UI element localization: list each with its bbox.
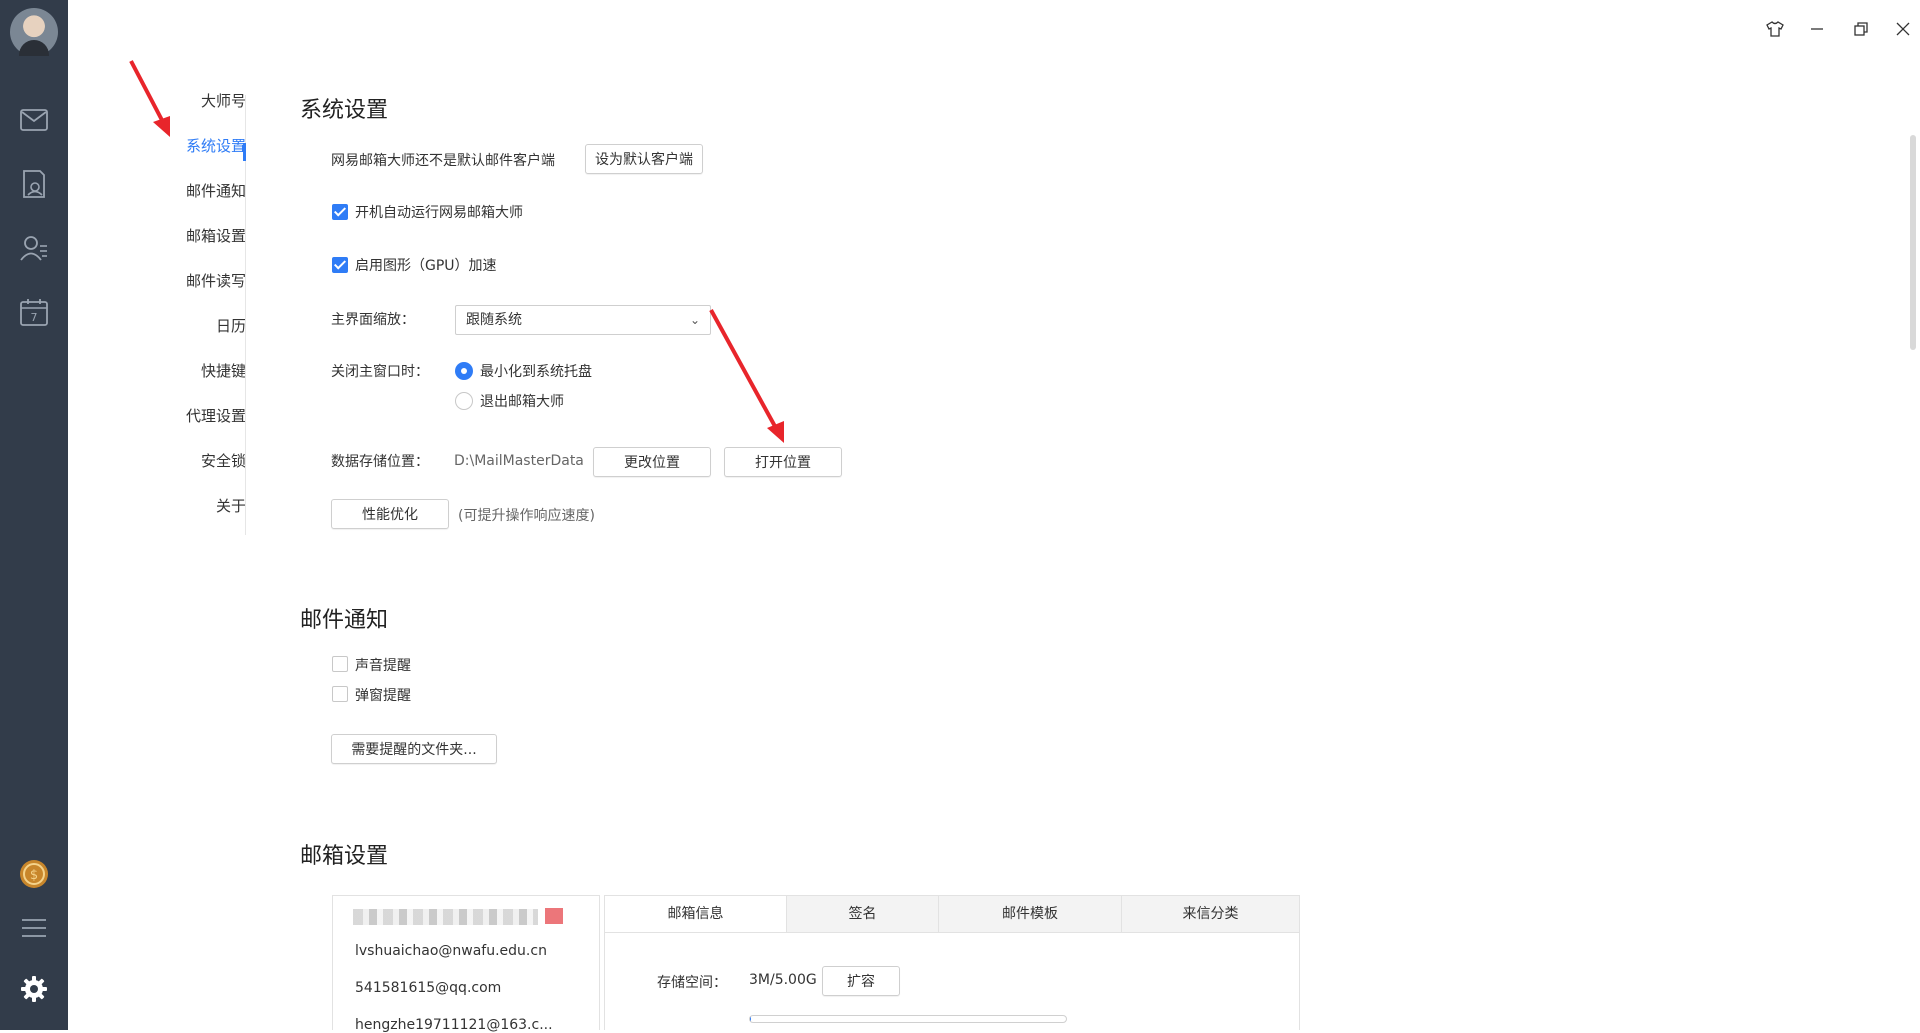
annotation-arrows (0, 0, 1920, 1030)
mailbox-info-panel: 存储空间： 3M/5.00G 扩容 (604, 933, 1300, 1030)
storage-space-value: 3M/5.00G (749, 972, 817, 988)
performance-hint: (可提升操作响应速度) (458, 505, 595, 525)
annotation-arrow-2 (711, 310, 777, 430)
default-client-text: 网易邮箱大师还不是默认邮件客户端 (331, 150, 555, 170)
account-item[interactable]: hengzhe19711121@163.c... (355, 1017, 553, 1033)
account-list: lvshuaichao@nwafu.edu.cn 541581615@qq.co… (332, 895, 600, 1030)
skin-icon[interactable] (1760, 14, 1790, 44)
calendar-day: 7 (31, 311, 38, 324)
blurred-account-name (353, 909, 538, 925)
app-sidebar: 7 $ (0, 0, 68, 1030)
chevron-down-icon: ⌄ (690, 306, 700, 334)
tab-mail-template[interactable]: 邮件模板 (939, 896, 1122, 932)
close-minimize-radio[interactable] (455, 362, 473, 380)
nav-about[interactable]: 关于 (216, 491, 246, 521)
change-location-button[interactable]: 更改位置 (593, 447, 711, 477)
storage-location-label: 数据存储位置： (331, 451, 429, 471)
calendar-icon[interactable]: 7 (0, 288, 68, 336)
close-exit-label: 退出邮箱大师 (480, 391, 564, 411)
avatar[interactable] (10, 8, 58, 56)
tab-mailbox-info[interactable]: 邮箱信息 (605, 896, 787, 932)
nav-master-account[interactable]: 大师号 (201, 86, 246, 116)
nav-mailbox-settings[interactable]: 邮箱设置 (186, 221, 246, 251)
blurred-account-badge (545, 908, 563, 924)
autostart-checkbox[interactable] (332, 204, 348, 220)
gpu-label: 启用图形（GPU）加速 (355, 255, 497, 275)
nav-divider (245, 95, 246, 535)
mailbox-panel: lvshuaichao@nwafu.edu.cn 541581615@qq.co… (332, 895, 1300, 1030)
tab-signature[interactable]: 签名 (787, 896, 939, 932)
sound-notify-checkbox[interactable] (332, 656, 348, 672)
nav-shortcuts[interactable]: 快捷键 (201, 356, 246, 386)
mail-icon[interactable] (0, 96, 68, 144)
account-item[interactable]: 541581615@qq.com (355, 980, 501, 996)
nav-mail-notify[interactable]: 邮件通知 (186, 176, 246, 206)
coin-icon[interactable]: $ (0, 850, 68, 898)
nav-proxy[interactable]: 代理设置 (186, 401, 246, 431)
annotation-arrowhead-1 (153, 116, 170, 137)
mailbox-settings-title: 邮箱设置 (300, 838, 388, 870)
popup-notify-checkbox[interactable] (332, 686, 348, 702)
gpu-checkbox[interactable] (332, 257, 348, 273)
tab-mail-classify[interactable]: 来信分类 (1122, 896, 1299, 932)
zoom-select-value: 跟随系统 (466, 312, 522, 328)
storage-space-label: 存储空间： (657, 972, 727, 992)
storage-path: D:\MailMasterData (454, 453, 584, 469)
zoom-label: 主界面缩放： (331, 309, 415, 329)
popup-notify-label: 弹窗提醒 (355, 685, 411, 705)
autostart-label: 开机自动运行网易邮箱大师 (355, 202, 523, 222)
notes-icon[interactable] (0, 160, 68, 208)
restore-icon[interactable] (1846, 14, 1876, 44)
set-default-client-button[interactable]: 设为默认客户端 (585, 144, 703, 174)
notify-folders-button[interactable]: 需要提醒的文件夹... (331, 734, 497, 764)
nav-mail-read-write[interactable]: 邮件读写 (186, 266, 246, 296)
performance-optimize-button[interactable]: 性能优化 (331, 499, 449, 529)
close-icon[interactable] (1888, 14, 1918, 44)
annotation-arrowhead-2 (767, 421, 784, 443)
close-window-label: 关闭主窗口时： (331, 361, 429, 381)
system-settings-title: 系统设置 (300, 92, 388, 124)
page-scrollbar[interactable] (1910, 135, 1916, 350)
gear-icon[interactable] (0, 965, 68, 1013)
storage-progress-bar (749, 1015, 1067, 1023)
sound-notify-label: 声音提醒 (355, 655, 411, 675)
svg-text:$: $ (30, 868, 38, 883)
contacts-icon[interactable] (0, 224, 68, 272)
close-exit-radio[interactable] (455, 392, 473, 410)
menu-icon[interactable] (0, 904, 68, 952)
nav-security-lock[interactable]: 安全锁 (201, 446, 246, 476)
mail-notify-title: 邮件通知 (300, 602, 388, 634)
close-minimize-label: 最小化到系统托盘 (480, 361, 592, 381)
nav-calendar[interactable]: 日历 (216, 311, 246, 341)
expand-storage-button[interactable]: 扩容 (822, 966, 900, 996)
nav-system-settings[interactable]: 系统设置 (186, 131, 246, 161)
open-location-button[interactable]: 打开位置 (724, 447, 842, 477)
mailbox-tabs: 邮箱信息 签名 邮件模板 来信分类 (604, 895, 1300, 933)
minimize-icon[interactable] (1802, 14, 1832, 44)
zoom-select[interactable]: 跟随系统 ⌄ (455, 305, 711, 335)
annotation-arrow-1 (131, 61, 164, 124)
account-item[interactable]: lvshuaichao@nwafu.edu.cn (355, 943, 547, 959)
nav-active-indicator (243, 143, 246, 161)
